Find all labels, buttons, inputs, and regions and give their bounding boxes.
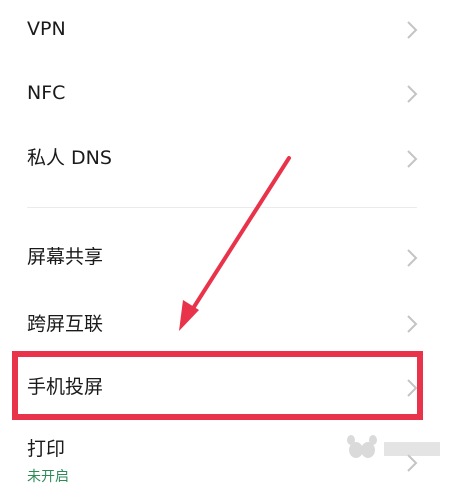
- section-divider: [27, 207, 417, 208]
- settings-item-status: 未开启: [27, 469, 69, 485]
- chevron-right-icon: [407, 315, 418, 333]
- chevron-right-icon: [407, 21, 418, 39]
- settings-item-label: NFC: [27, 82, 66, 104]
- settings-item-cross-screen[interactable]: 跨屏互联: [0, 291, 462, 355]
- settings-item-label: 屏幕共享: [27, 246, 104, 268]
- settings-item-label: 跨屏互联: [27, 313, 104, 335]
- chevron-right-icon: [407, 150, 418, 168]
- settings-screen: VPN NFC 私人 DNS 屏幕共享 跨屏互联 手机投屏 打印 未开启: [0, 0, 462, 487]
- highlight-box: [12, 351, 423, 420]
- settings-item-label: 打印: [27, 438, 66, 460]
- settings-item-label: VPN: [27, 18, 66, 40]
- settings-item-label: 私人 DNS: [27, 147, 112, 169]
- chevron-right-icon: [407, 249, 418, 267]
- settings-item-screen-share[interactable]: 屏幕共享: [0, 226, 462, 290]
- settings-item-nfc[interactable]: NFC: [0, 63, 462, 127]
- watermark: [334, 432, 446, 482]
- chevron-right-icon: [407, 85, 418, 103]
- watermark-logo-icon: [347, 435, 440, 458]
- settings-item-private-dns[interactable]: 私人 DNS: [0, 127, 462, 191]
- settings-item-vpn[interactable]: VPN: [0, 0, 462, 64]
